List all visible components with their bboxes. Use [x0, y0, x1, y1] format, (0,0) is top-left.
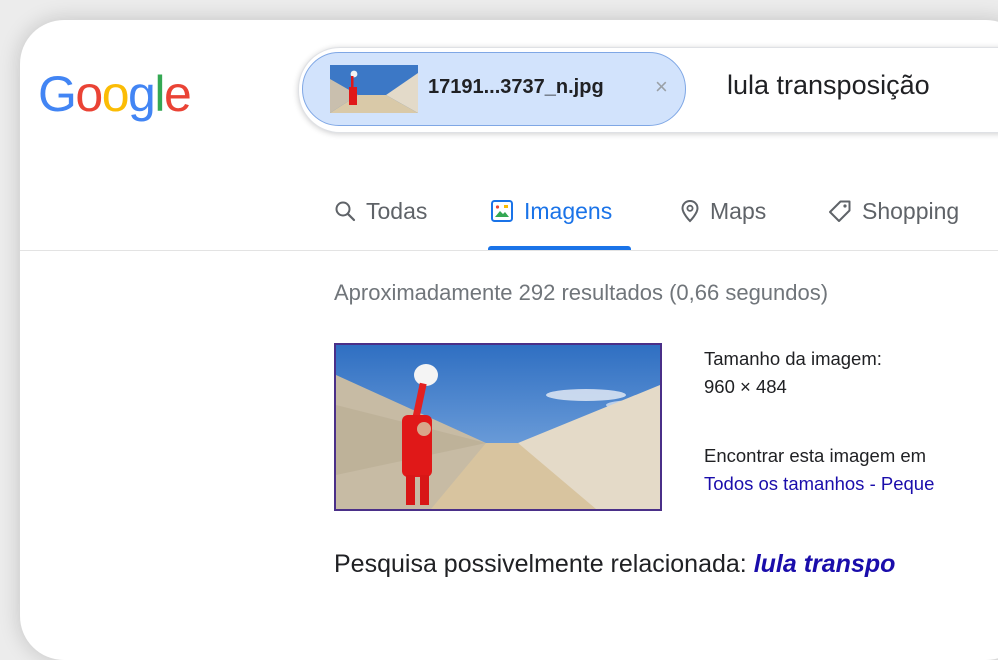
find-image-label: Encontrar esta imagem em — [704, 445, 927, 466]
image-size-value: 960 × 484 — [704, 376, 787, 397]
tab-label: Todas — [366, 197, 428, 224]
uploaded-image-preview[interactable] — [334, 343, 662, 511]
tab-shopping[interactable]: Shopping — [828, 196, 959, 226]
tab-todas[interactable]: Todas — [334, 196, 427, 226]
tag-icon — [829, 200, 851, 222]
tab-label: Maps — [710, 197, 767, 224]
image-size-label: Tamanho da imagem: — [704, 348, 882, 369]
search-tabs: Todas Imagens Maps Shopping — [20, 170, 998, 252]
logo-letter: o — [75, 66, 103, 122]
close-icon[interactable]: × — [655, 75, 668, 99]
tab-label: Shopping — [862, 197, 960, 224]
logo-letter: G — [38, 66, 77, 122]
logo-letter: e — [163, 66, 192, 122]
size-links[interactable]: Todos os tamanhos - Peque — [704, 473, 934, 495]
browser-page: Google 17191...3737_n.jpg × lula transpo… — [20, 20, 998, 660]
related-search-link[interactable]: lula transpo — [754, 550, 896, 578]
search-input[interactable]: lula transposição — [727, 70, 930, 101]
tab-maps[interactable]: Maps — [680, 196, 766, 226]
logo-letter: g — [128, 66, 156, 122]
logo-letter: l — [154, 66, 165, 122]
logo-letter: o — [101, 66, 130, 122]
tabs-divider — [20, 250, 998, 251]
related-search: Pesquisa possivelmente relacionada: lula… — [334, 550, 895, 579]
chip-filename: 17191...3737_n.jpg — [428, 76, 604, 98]
related-label: Pesquisa possivelmente relacionada: — [334, 550, 754, 578]
tab-imagens[interactable]: Imagens — [490, 196, 612, 226]
chip-thumbnail — [330, 65, 418, 113]
result-stats: Aproximadamente 292 resultados (0,66 seg… — [334, 280, 829, 305]
google-logo[interactable]: Google — [38, 66, 192, 122]
search-bar[interactable]: 17191...3737_n.jpg × lula transposição — [298, 47, 998, 133]
image-icon — [491, 200, 513, 222]
location-pin-icon — [681, 199, 699, 223]
tab-label: Imagens — [524, 197, 613, 224]
image-search-chip[interactable]: 17191...3737_n.jpg × — [302, 52, 686, 126]
search-icon — [335, 201, 356, 222]
